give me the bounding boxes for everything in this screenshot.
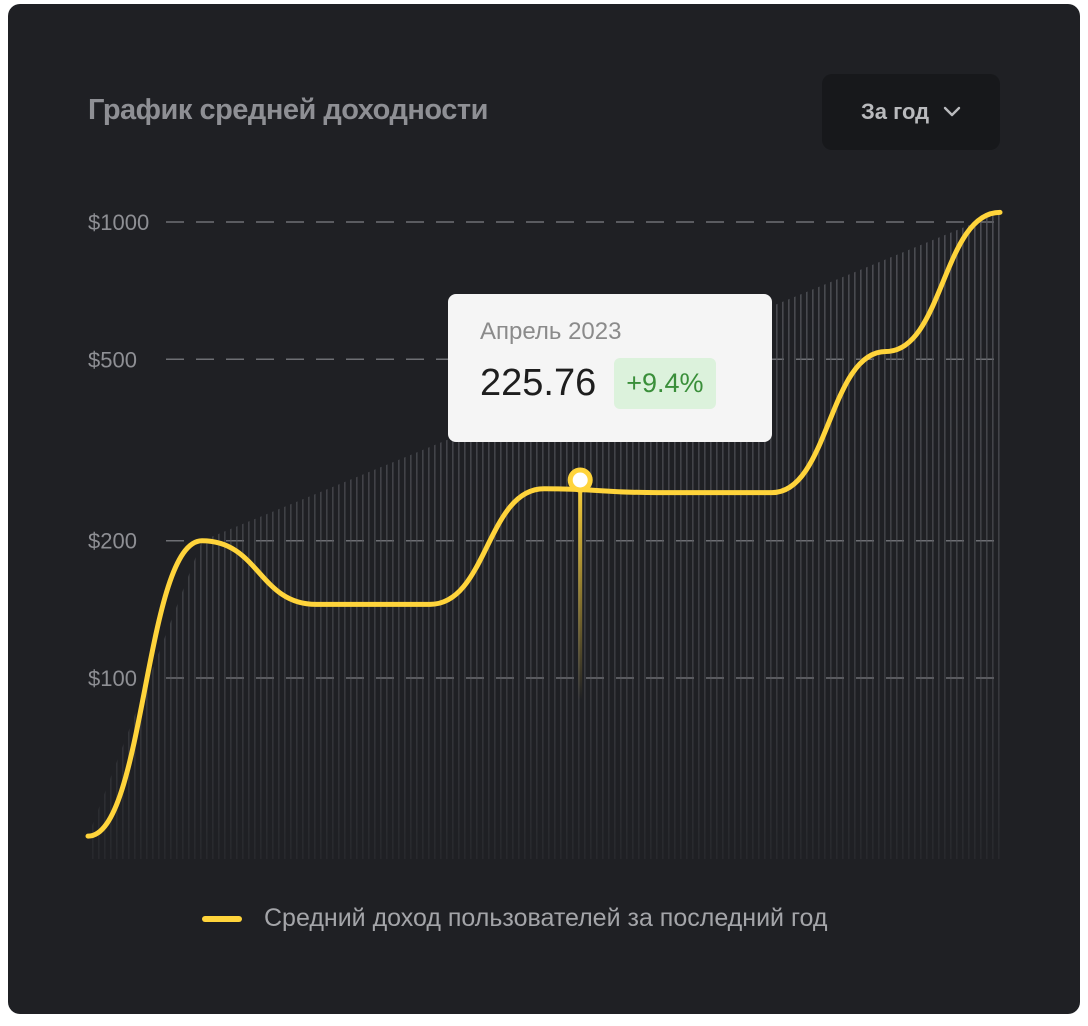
line-chart: $100 $200 $500 $1000 <box>85 209 1003 860</box>
tooltip-date: Апрель 2023 <box>480 318 622 345</box>
y-tick-label: $1000 <box>88 210 149 235</box>
legend-label: Средний доход пользователей за последний… <box>264 904 828 932</box>
tooltip-value: 225.76 <box>480 362 597 404</box>
highlight-drop-line <box>578 480 583 700</box>
y-tick-label: $500 <box>88 347 137 372</box>
data-tooltip: Апрель 2023 225.76 +9.4% <box>448 294 772 442</box>
chart-legend: Средний доход пользователей за последний… <box>202 904 827 933</box>
y-tick-label: $100 <box>88 666 137 691</box>
highlight-point[interactable] <box>567 467 593 493</box>
legend-swatch <box>202 915 242 922</box>
y-tick-label: $200 <box>88 529 137 554</box>
tooltip-row: 225.76 +9.4% <box>480 358 740 409</box>
tooltip-change-badge: +9.4% <box>614 358 716 409</box>
chart-card: График средней доходности За год $100 $20… <box>8 4 1080 1014</box>
